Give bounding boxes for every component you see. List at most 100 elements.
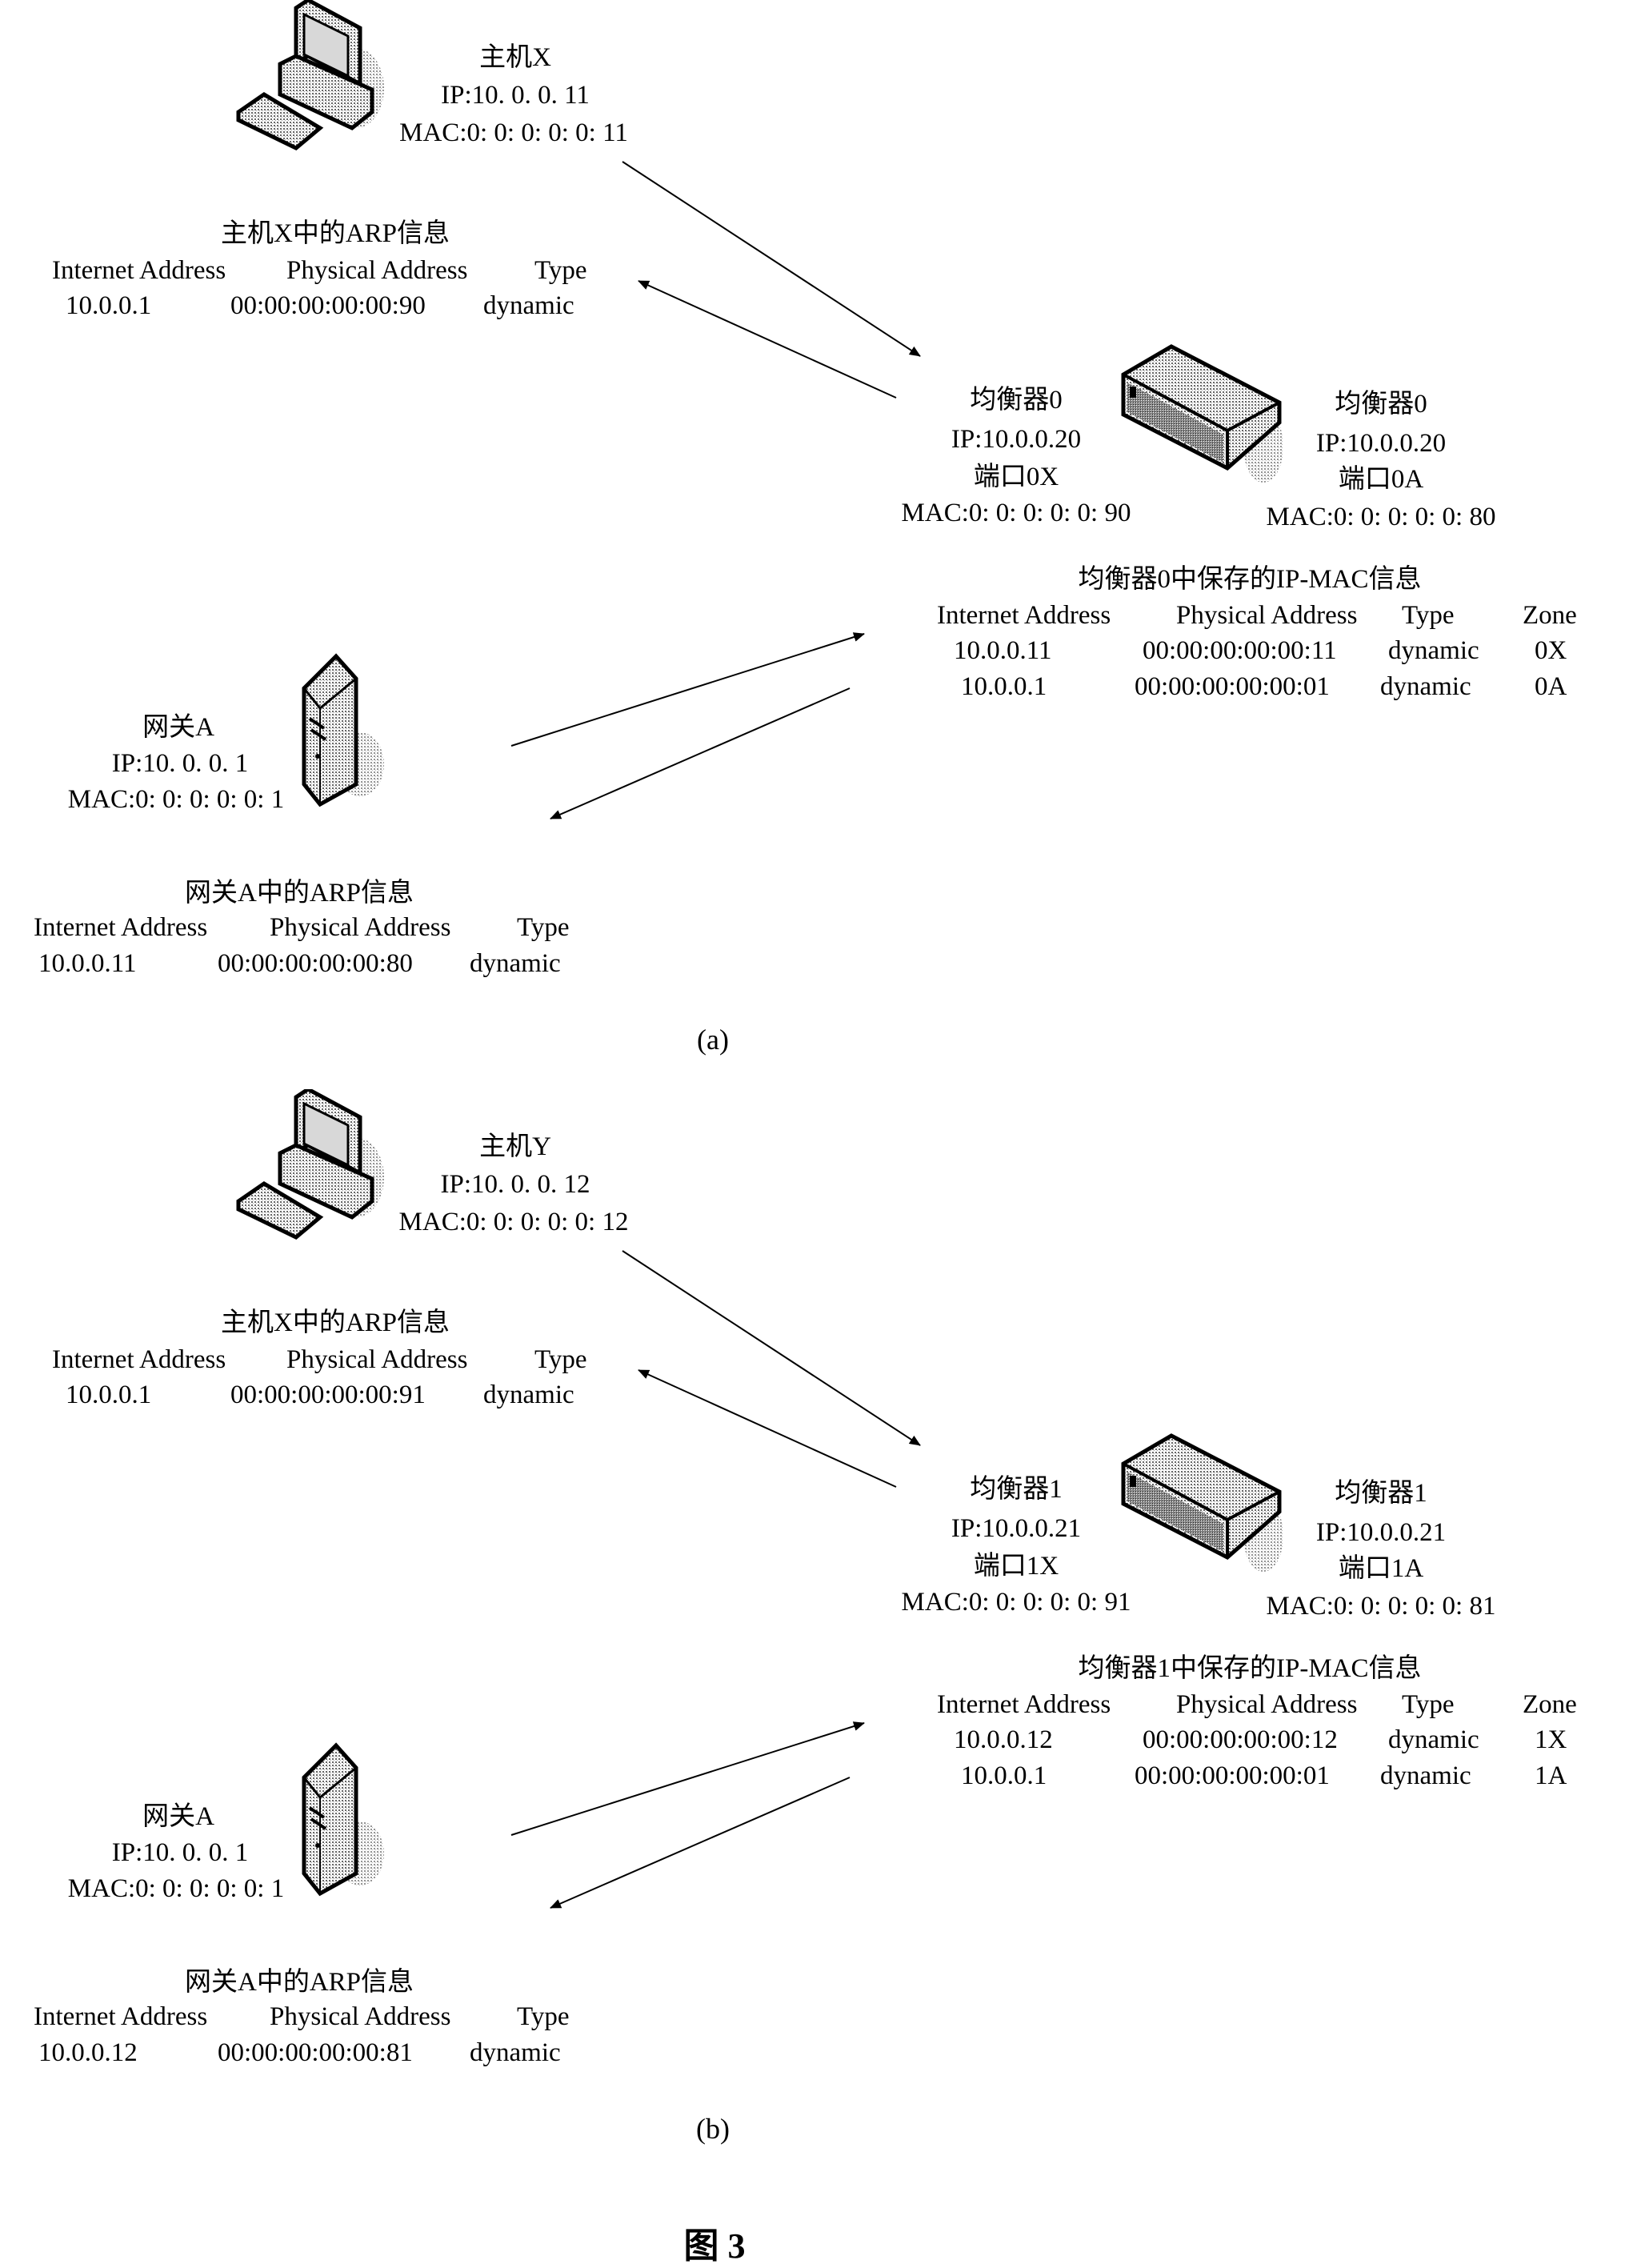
table-cell: 00:00:00:00:00:12 <box>1143 1725 1338 1754</box>
host-mac: MAC:0: 0: 0: 0: 0: 11 <box>399 118 628 147</box>
host-ip: IP:10. 0. 0. 11 <box>441 81 590 110</box>
balancer-left-ip: IP:10.0.0.20 <box>951 425 1082 454</box>
balancer-left-name: 均衡器0 <box>970 386 1063 415</box>
host-ip: IP:10. 0. 0. 12 <box>440 1170 590 1199</box>
network-switch-icon <box>1121 1433 1283 1572</box>
gateway-mac: MAC:0: 0: 0: 0: 0: 1 <box>67 1874 285 1903</box>
column-header: Physical Address <box>1176 601 1358 630</box>
column-header: Physical Address <box>286 256 468 285</box>
column-header: Internet Address <box>34 913 208 942</box>
table-cell: 10.0.0.11 <box>38 949 137 978</box>
arrow-host-to-balancer <box>622 1250 921 1446</box>
column-header: Physical Address <box>270 913 451 942</box>
column-header: Physical Address <box>286 1345 468 1374</box>
table-cell: 10.0.0.1 <box>66 291 152 320</box>
host-arp-title: 主机X中的ARP信息 <box>220 219 450 248</box>
balancer-table-title: 均衡器0中保存的IP-MAC信息 <box>1078 565 1422 594</box>
diagram-panel-b: 主机Y IP:10. 0. 0. 12 MAC:0: 0: 0: 0: 0: 1… <box>0 1089 1633 2178</box>
gateway-mac: MAC:0: 0: 0: 0: 0: 1 <box>67 785 285 814</box>
table-cell: 10.0.0.11 <box>954 636 1052 665</box>
balancer-table-title: 均衡器1中保存的IP-MAC信息 <box>1078 1654 1422 1683</box>
table-cell: dynamic <box>1388 636 1479 665</box>
balancer-left-mac: MAC:0: 0: 0: 0: 0: 90 <box>901 499 1131 527</box>
table-cell: 1X <box>1535 1725 1567 1754</box>
gateway-arp-title: 网关A中的ARP信息 <box>184 1968 414 1997</box>
gateway-ip: IP:10. 0. 0. 1 <box>111 1838 249 1867</box>
arrow-balancer-to-gateway <box>550 687 851 819</box>
server-tower-icon <box>302 653 384 807</box>
column-header: Type <box>1402 601 1455 630</box>
column-header: Internet Address <box>34 2002 208 2031</box>
panel-graphics <box>236 1089 1283 1909</box>
table-cell: 1A <box>1535 1761 1567 1790</box>
column-header: Physical Address <box>1176 1690 1358 1719</box>
panel-caption: (b) <box>696 2113 730 2145</box>
balancer-left-port: 端口0X <box>973 463 1059 491</box>
column-header: Type <box>517 913 570 942</box>
column-header: Zone <box>1523 1690 1577 1719</box>
table-cell: dynamic <box>483 1380 574 1409</box>
arrow-balancer-to-gateway <box>550 1777 851 1909</box>
table-cell: dynamic <box>470 949 561 978</box>
column-header: Zone <box>1523 601 1577 630</box>
balancer-left-ip: IP:10.0.0.21 <box>951 1514 1082 1543</box>
arrow-gateway-to-balancer <box>510 632 865 747</box>
gateway-name: 网关A <box>142 1802 214 1831</box>
table-cell: 00:00:00:00:00:11 <box>1143 636 1337 665</box>
host-name: 主机X <box>479 43 551 72</box>
table-cell: 0X <box>1535 636 1567 665</box>
server-tower-icon <box>302 1742 384 1897</box>
column-header: Type <box>1402 1690 1455 1719</box>
table-cell: 10.0.0.1 <box>961 1761 1047 1790</box>
table-cell: dynamic <box>1380 672 1471 701</box>
balancer-right-name: 均衡器0 <box>1335 390 1427 419</box>
host-arp-title: 主机X中的ARP信息 <box>220 1308 450 1337</box>
balancer-left-mac: MAC:0: 0: 0: 0: 0: 91 <box>901 1588 1131 1617</box>
table-cell: dynamic <box>1388 1725 1479 1754</box>
network-switch-icon <box>1121 344 1283 483</box>
figure-label: 图 3 <box>683 2226 746 2266</box>
gateway-arp-title: 网关A中的ARP信息 <box>184 879 414 908</box>
table-cell: 0A <box>1535 672 1567 701</box>
balancer-right-name: 均衡器1 <box>1335 1479 1427 1508</box>
table-cell: dynamic <box>1380 1761 1471 1790</box>
table-cell: 00:00:00:00:00:91 <box>230 1380 426 1409</box>
table-cell: 10.0.0.1 <box>961 672 1047 701</box>
arrow-balancer-to-host <box>638 1369 897 1488</box>
panel-caption: (a) <box>697 1024 729 1056</box>
balancer-right-port: 端口1A <box>1338 1554 1424 1583</box>
arrow-balancer-to-host <box>638 280 897 399</box>
arrow-host-to-balancer <box>622 161 921 357</box>
column-header: Type <box>534 1345 587 1374</box>
column-header: Internet Address <box>937 601 1111 630</box>
gateway-name: 网关A <box>142 713 214 742</box>
balancer-right-ip: IP:10.0.0.21 <box>1315 1518 1447 1547</box>
table-cell: dynamic <box>483 291 574 320</box>
column-header: Internet Address <box>52 256 226 285</box>
table-cell: 00:00:00:00:00:01 <box>1135 1761 1330 1790</box>
column-header: Physical Address <box>270 2002 451 2031</box>
gateway-ip: IP:10. 0. 0. 1 <box>111 749 249 778</box>
column-header: Type <box>534 256 587 285</box>
balancer-right-mac: MAC:0: 0: 0: 0: 0: 81 <box>1266 1592 1496 1621</box>
table-cell: 00:00:00:00:00:80 <box>218 949 413 978</box>
diagram-panel-a: 主机X IP:10. 0. 0. 11 MAC:0: 0: 0: 0: 0: 1… <box>0 0 1633 1089</box>
column-header: Internet Address <box>937 1690 1111 1719</box>
table-cell: dynamic <box>470 2038 561 2067</box>
table-cell: 10.0.0.12 <box>38 2038 138 2067</box>
balancer-left-port: 端口1X <box>973 1552 1059 1581</box>
balancer-right-ip: IP:10.0.0.20 <box>1315 429 1447 458</box>
panel-graphics <box>236 0 1283 819</box>
host-mac: MAC:0: 0: 0: 0: 0: 12 <box>398 1208 629 1236</box>
desktop-computer-icon <box>236 0 384 150</box>
balancer-right-mac: MAC:0: 0: 0: 0: 0: 80 <box>1266 503 1496 531</box>
column-header: Internet Address <box>52 1345 226 1374</box>
column-header: Type <box>517 2002 570 2031</box>
table-cell: 00:00:00:00:00:81 <box>218 2038 413 2067</box>
table-cell: 00:00:00:00:00:90 <box>230 291 426 320</box>
desktop-computer-icon <box>236 1089 384 1240</box>
balancer-left-name: 均衡器1 <box>970 1475 1063 1504</box>
table-cell: 10.0.0.1 <box>66 1380 152 1409</box>
balancer-right-port: 端口0A <box>1338 465 1424 494</box>
table-cell: 00:00:00:00:00:01 <box>1135 672 1330 701</box>
